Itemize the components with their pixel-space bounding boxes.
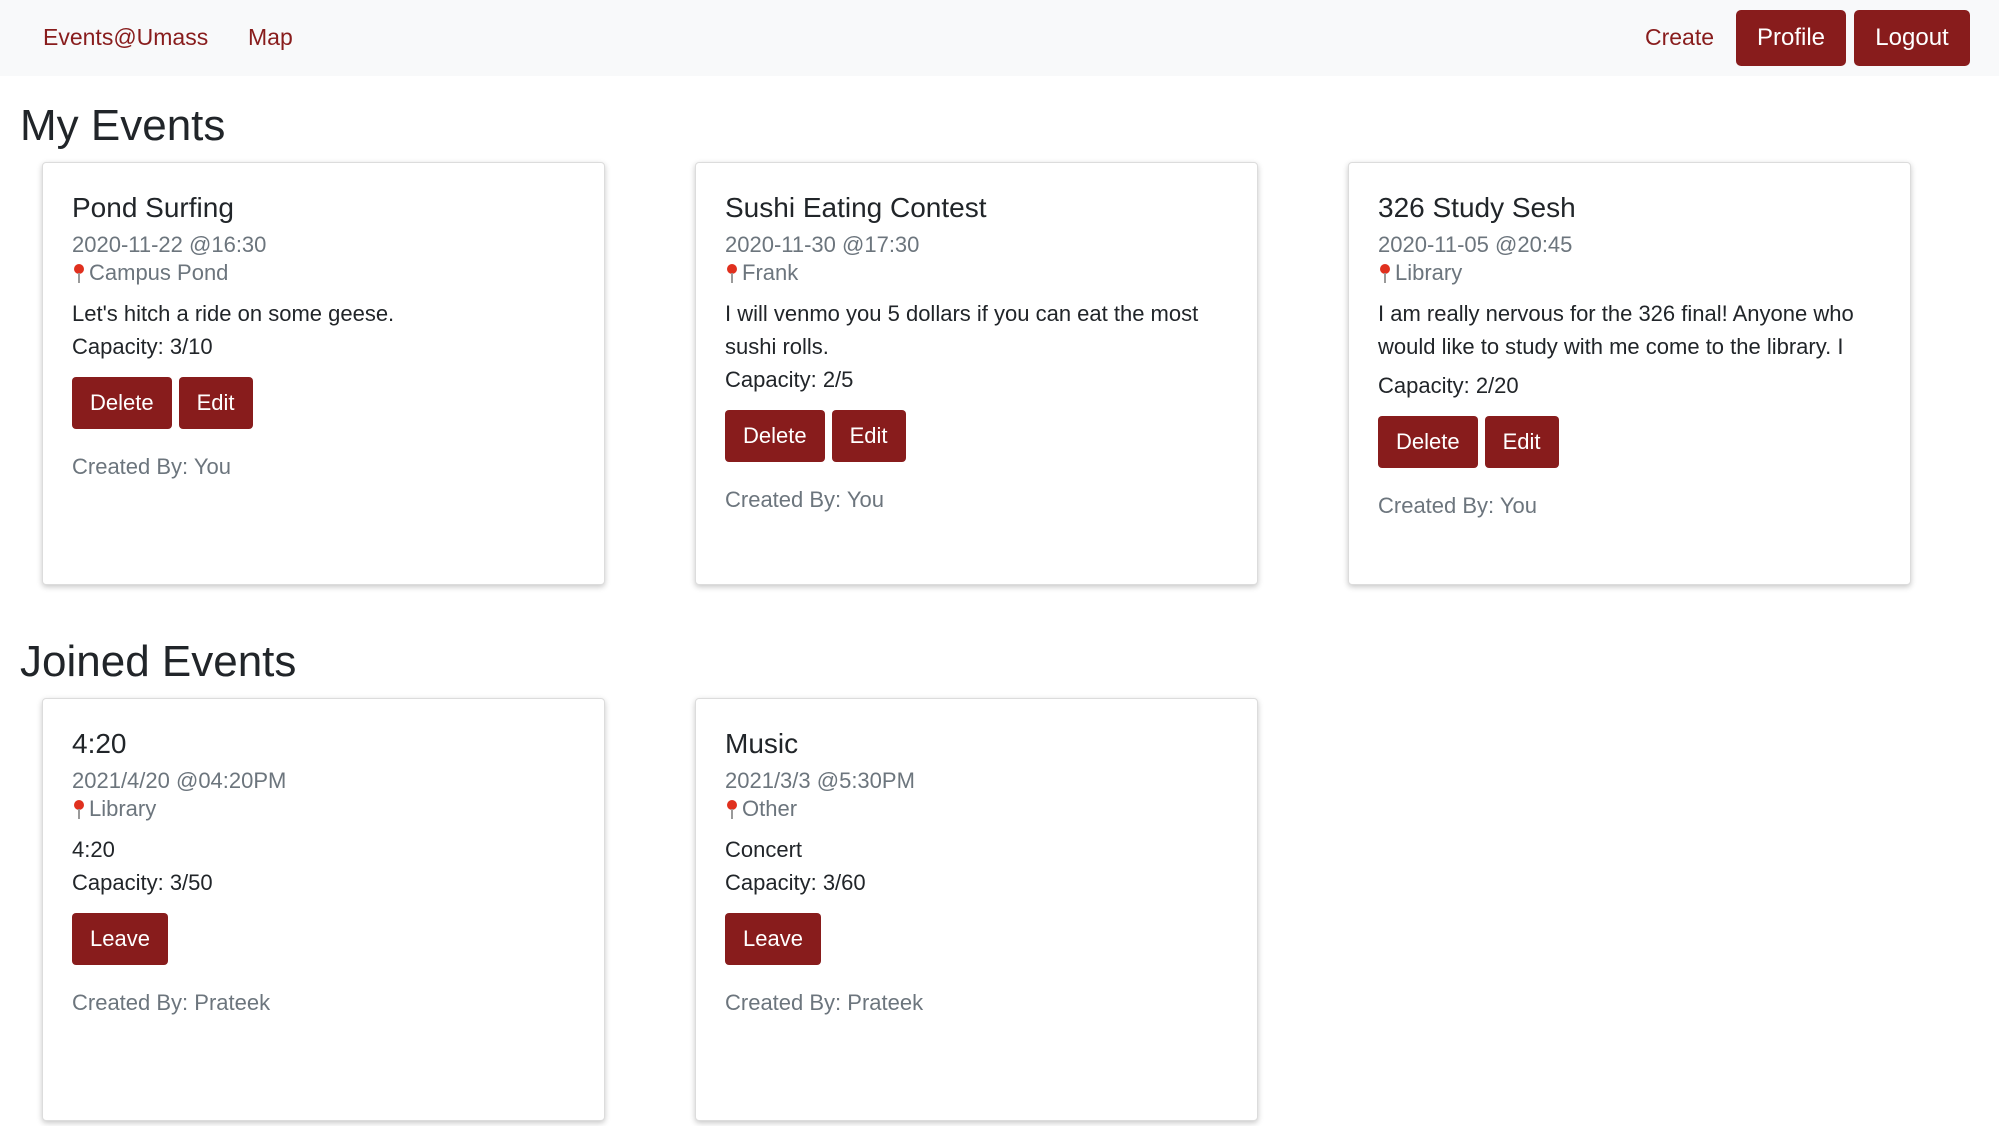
event-description: Concert (725, 837, 803, 862)
create-link[interactable]: Create (1645, 22, 1714, 52)
event-location: Other (725, 795, 1228, 823)
event-title: 326 Study Sesh (1378, 192, 1576, 223)
edit-button[interactable]: Edit (1484, 416, 1559, 468)
event-description: I will venmo you 5 dollars if you can ea… (725, 301, 1199, 359)
event-title: Sushi Eating Contest (725, 192, 987, 223)
location-pin-icon (1378, 262, 1392, 284)
event-date: 2020-11-05 @20:45 (1378, 232, 1573, 257)
brand-link[interactable]: Events@Umass (43, 22, 208, 52)
event-location-label: Other (742, 796, 798, 821)
event-location: Campus Pond (72, 259, 575, 287)
event-description: Let's hitch a ride on some geese. (72, 301, 395, 326)
event-card: 4:20 2021/4/20 @04:20PM Library 4:20 Cap… (42, 698, 605, 1121)
location-pin-icon (725, 798, 739, 820)
event-date: 2020-11-30 @17:30 (725, 232, 920, 257)
location-pin-icon (72, 262, 86, 284)
event-location: Frank (725, 259, 1228, 287)
event-capacity: Capacity: 3/10 (72, 334, 213, 359)
delete-button[interactable]: Delete (725, 410, 825, 462)
event-card: Music 2021/3/3 @5:30PM Other Concert Cap… (695, 698, 1258, 1121)
event-card: Pond Surfing 2020-11-22 @16:30 Campus Po… (42, 162, 605, 585)
event-title: Pond Surfing (72, 192, 234, 223)
event-date: 2021/3/3 @5:30PM (725, 768, 915, 793)
event-card: Sushi Eating Contest 2020-11-30 @17:30 F… (695, 162, 1258, 585)
event-description: I am really nervous for the 326 final! A… (1378, 301, 1854, 369)
event-creator: Created By: Prateek (72, 990, 271, 1015)
location-pin-icon (725, 262, 739, 284)
card-actions: Delete Edit (72, 377, 575, 429)
event-card: 326 Study Sesh 2020-11-05 @20:45 Library… (1348, 162, 1911, 585)
event-location-label: Library (1395, 260, 1463, 285)
event-creator: Created By: Prateek (725, 990, 924, 1015)
logout-button[interactable]: Logout (1854, 10, 1970, 66)
card-actions: Leave (72, 913, 575, 965)
event-description: 4:20 (72, 837, 115, 862)
event-title: Music (725, 728, 799, 759)
event-creator: Created By: You (72, 454, 232, 479)
joined-events-heading: Joined Events (20, 637, 297, 686)
event-location: Library (1378, 259, 1881, 287)
event-date: 2021/4/20 @04:20PM (72, 768, 287, 793)
event-capacity: Capacity: 2/20 (1378, 373, 1519, 398)
event-location-label: Campus Pond (89, 260, 229, 285)
profile-button[interactable]: Profile (1736, 10, 1846, 66)
leave-button[interactable]: Leave (725, 913, 821, 965)
event-creator: Created By: You (725, 487, 885, 512)
delete-button[interactable]: Delete (1378, 416, 1478, 468)
event-title: 4:20 (72, 728, 127, 759)
delete-button[interactable]: Delete (72, 377, 172, 429)
event-date: 2020-11-22 @16:30 (72, 232, 267, 257)
event-location-label: Frank (742, 260, 799, 285)
event-capacity: Capacity: 3/60 (725, 870, 866, 895)
event-creator: Created By: You (1378, 493, 1538, 518)
event-location-label: Library (89, 796, 157, 821)
leave-button[interactable]: Leave (72, 913, 168, 965)
location-pin-icon (72, 798, 86, 820)
event-capacity: Capacity: 3/50 (72, 870, 213, 895)
edit-button[interactable]: Edit (831, 410, 906, 462)
edit-button[interactable]: Edit (178, 377, 253, 429)
my-events-heading: My Events (20, 101, 226, 150)
navbar: Events@Umass Map Create Profile Logout (0, 0, 1999, 76)
event-location: Library (72, 795, 575, 823)
card-actions: Leave (725, 913, 1228, 965)
event-capacity: Capacity: 2/5 (725, 367, 854, 392)
card-actions: Delete Edit (1378, 416, 1881, 468)
card-actions: Delete Edit (725, 410, 1228, 462)
map-link[interactable]: Map (248, 22, 293, 52)
